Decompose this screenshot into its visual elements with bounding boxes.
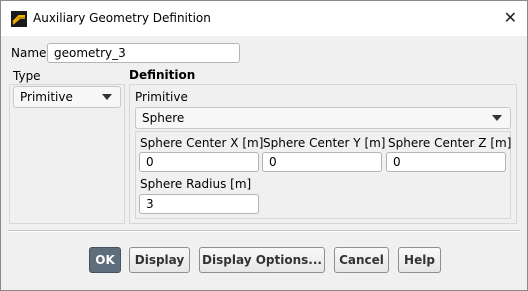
center-z-label: Sphere Center Z [m] [388, 136, 512, 150]
display-options-button[interactable]: Display Options... [199, 247, 325, 273]
definition-heading: Definition [129, 68, 196, 82]
center-y-input[interactable] [262, 152, 382, 172]
title-bar: Auxiliary Geometry Definition ✕ [1, 1, 527, 36]
ok-button[interactable]: OK [89, 247, 121, 273]
separator [8, 230, 520, 232]
display-button[interactable]: Display [129, 247, 190, 273]
cancel-button[interactable]: Cancel [334, 247, 389, 273]
center-y-label: Sphere Center Y [m] [263, 136, 386, 150]
window-title: Auxiliary Geometry Definition [33, 11, 211, 25]
center-x-input[interactable] [139, 152, 259, 172]
center-x-label: Sphere Center X [m] [140, 136, 264, 150]
ansys-logo-icon [11, 11, 27, 27]
center-z-input[interactable] [386, 152, 506, 172]
radius-input[interactable] [139, 194, 259, 214]
primitive-dropdown[interactable]: Sphere [135, 107, 511, 129]
type-label: Type [13, 69, 41, 83]
type-panel [9, 84, 125, 224]
primitive-label: Primitive [135, 90, 188, 104]
radius-label: Sphere Radius [m] [140, 177, 252, 191]
help-button[interactable]: Help [398, 247, 441, 273]
chevron-down-icon [492, 115, 502, 121]
name-label: Name [11, 46, 47, 60]
close-icon[interactable]: ✕ [504, 9, 517, 27]
dialog-window: Auxiliary Geometry Definition ✕ Name Typ… [0, 0, 528, 291]
name-input[interactable] [47, 43, 240, 63]
primitive-selected: Sphere [142, 111, 185, 125]
